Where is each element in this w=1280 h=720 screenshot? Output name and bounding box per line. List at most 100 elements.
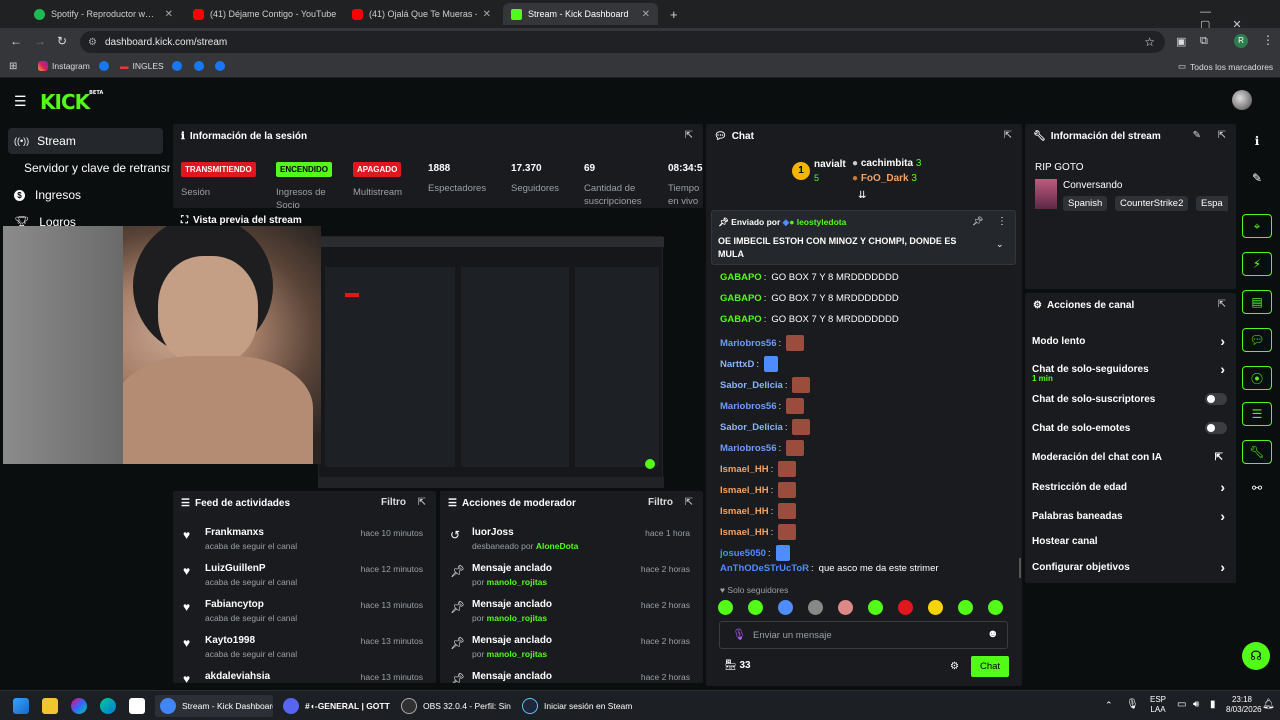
forward-icon[interactable]: → — [34, 34, 46, 48]
chat-username[interactable]: GABAPO — [720, 314, 762, 325]
expand-icon[interactable]: ⇊ — [858, 190, 866, 201]
battery-icon[interactable]: ▮ — [1210, 699, 1216, 710]
gifter-2[interactable]: ● cachimbita 3 — [852, 158, 921, 169]
tag-chip[interactable]: Espa — [1196, 196, 1228, 211]
chat-username[interactable]: Sabor_Delicia — [720, 422, 783, 433]
scrollbar[interactable] — [1019, 558, 1021, 578]
popout-icon[interactable]: ⇱ — [1218, 299, 1226, 310]
volume-icon[interactable]: 🔊︎ — [1193, 699, 1199, 710]
copilot-icon[interactable] — [66, 695, 92, 717]
chat-input[interactable]: 🎙︎ Enviar un mensaje ☻ — [719, 621, 1008, 649]
emoji-icon[interactable]: ☻ — [987, 628, 999, 640]
chat-username[interactable]: Ismael_HH — [720, 506, 769, 517]
channel-action-item[interactable]: Chat de solo-emotes — [1032, 418, 1227, 438]
channel-action-item[interactable]: Modo lento › — [1032, 331, 1227, 351]
tag-chip[interactable]: CounterStrike2 — [1115, 196, 1189, 211]
gifter-3[interactable]: ● FoO_Dark 3 — [852, 173, 917, 184]
emote-shortcut[interactable] — [988, 600, 1003, 615]
emote-shortcut[interactable] — [838, 600, 853, 615]
chat-username[interactable]: NarttxD — [720, 359, 754, 370]
edit-pencil-icon[interactable]: ✎ — [1242, 166, 1272, 190]
info-icon[interactable]: ℹ — [1242, 129, 1272, 153]
emote-shortcut[interactable] — [928, 600, 943, 615]
emote-shortcut[interactable] — [778, 600, 793, 615]
chat-username[interactable]: Ismael_HH — [720, 485, 769, 496]
site-info-icon[interactable]: ⚙ — [88, 37, 97, 48]
cast-icon[interactable]: ▣ — [1176, 35, 1186, 48]
stream-preview-video[interactable] — [318, 236, 664, 488]
broadcast-icon[interactable]: ⦿ — [1242, 366, 1272, 390]
user-avatar[interactable] — [1232, 90, 1252, 110]
top-gifter-name[interactable]: navialt — [814, 159, 846, 170]
notifications-bell-icon[interactable]: 🔔︎ — [1262, 699, 1275, 710]
emote-shortcut[interactable] — [808, 600, 823, 615]
pin-icon[interactable]: 📌︎ — [972, 216, 983, 227]
facebook-icon[interactable] — [194, 61, 204, 71]
mod-username[interactable]: manolo_rojitas — [487, 613, 547, 623]
hamburger-menu-icon[interactable]: ☰ — [14, 93, 27, 110]
new-tab-button[interactable]: + — [662, 3, 682, 25]
channel-action-item[interactable]: Chat de solo-suscriptores — [1032, 389, 1227, 409]
category-thumbnail[interactable] — [1035, 179, 1057, 209]
chat-username[interactable]: GABAPO — [720, 272, 762, 283]
reload-icon[interactable]: ↻ — [57, 34, 67, 48]
mod-username[interactable]: manolo_rojitas — [487, 649, 547, 659]
emote-shortcut[interactable] — [868, 600, 883, 615]
taskbar-app-chrome[interactable]: Stream - Kick Dashboard — [155, 695, 273, 717]
chat-username[interactable]: Mariobros56 — [720, 338, 777, 349]
channel-action-item[interactable]: Palabras baneadas › — [1032, 506, 1227, 526]
popout-icon[interactable]: ⇱ — [1218, 130, 1226, 141]
stack-icon[interactable]: ☰ — [1242, 402, 1272, 426]
all-bookmarks[interactable]: ▭ Todos los marcadores — [1178, 61, 1273, 72]
bookmark-instagram[interactable]: Instagram — [38, 61, 90, 71]
file-explorer-icon[interactable] — [37, 695, 63, 717]
chevron-up-icon[interactable]: ⌃ — [1105, 700, 1113, 711]
chat-username[interactable]: Ismael_HH — [720, 527, 769, 538]
filter-button[interactable]: Filtro — [648, 497, 673, 508]
pinned-user[interactable]: leostyledota — [797, 217, 847, 227]
toggle-switch[interactable] — [1205, 393, 1227, 405]
popout-icon[interactable]: ⇱ — [418, 497, 426, 508]
kick-logo[interactable]: KICKBETA — [40, 90, 103, 114]
apps-grid-icon[interactable]: ⊞ — [9, 61, 17, 72]
popout-icon[interactable]: ⇱ — [685, 130, 693, 141]
chat-username[interactable]: Sabor_Delicia — [720, 380, 783, 391]
close-icon[interactable]: ✕ — [159, 9, 173, 20]
sidebar-item-server-key[interactable]: Servidor y clave de retransmisión — [8, 155, 170, 181]
profile-avatar[interactable]: R — [1234, 34, 1248, 48]
tag-chip[interactable]: Spanish — [1063, 196, 1108, 211]
channel-action-item[interactable]: Moderación del chat con IA ⇱ — [1032, 447, 1227, 467]
chat-username[interactable]: Mariobros56 — [720, 443, 777, 454]
microphone-icon[interactable]: 🎙︎ — [1126, 699, 1139, 710]
browser-tab-spotify[interactable]: Spotify - Reproductor web: mús ✕ — [26, 3, 181, 25]
emote-shortcut[interactable] — [748, 600, 763, 615]
toggle-switch[interactable] — [1205, 422, 1227, 434]
mod-username[interactable]: AloneDota — [536, 541, 579, 551]
chat-username[interactable]: Mariobros56 — [720, 401, 777, 412]
emote-shortcut[interactable] — [958, 600, 973, 615]
emote-shortcut[interactable] — [898, 600, 913, 615]
edit-pencil-icon[interactable]: ✎ — [1193, 130, 1201, 141]
network-icon[interactable]: ▭ — [1177, 699, 1186, 710]
settings-gear-icon[interactable]: ⚙ — [950, 661, 959, 672]
facebook-icon[interactable] — [215, 61, 225, 71]
filter-button[interactable]: Filtro — [381, 497, 406, 508]
taskbar-app-steam[interactable]: Iniciar sesión en Steam — [517, 695, 632, 717]
store-icon[interactable] — [124, 695, 150, 717]
send-chat-button[interactable]: Chat — [971, 656, 1009, 677]
lightning-icon[interactable]: ⚡︎ — [1242, 252, 1272, 276]
facebook-icon[interactable] — [99, 61, 109, 71]
browser-tab-youtube-2[interactable]: (41) Ojalá Que Te Mueras - You ✕ — [344, 3, 499, 25]
popout-icon[interactable]: ⇱ — [1004, 130, 1012, 141]
chat-username[interactable]: josue5050 — [720, 548, 766, 559]
wrench-icon[interactable]: 🔧︎ — [1242, 440, 1272, 464]
share-icon[interactable]: ⚯ — [1242, 476, 1272, 500]
help-headset-icon[interactable]: ☊ — [1242, 642, 1270, 670]
language-indicator[interactable]: ESP LAA — [1150, 695, 1166, 715]
edge-icon[interactable] — [95, 695, 121, 717]
chat-username[interactable]: Ismael_HH — [720, 464, 769, 475]
more-icon[interactable]: ⋮ — [997, 216, 1007, 227]
close-icon[interactable]: ✕ — [336, 9, 340, 20]
bookmark-star-icon[interactable]: ☆ — [1144, 35, 1155, 49]
chat-username[interactable]: AnThODeSTrUcToR — [720, 563, 809, 574]
